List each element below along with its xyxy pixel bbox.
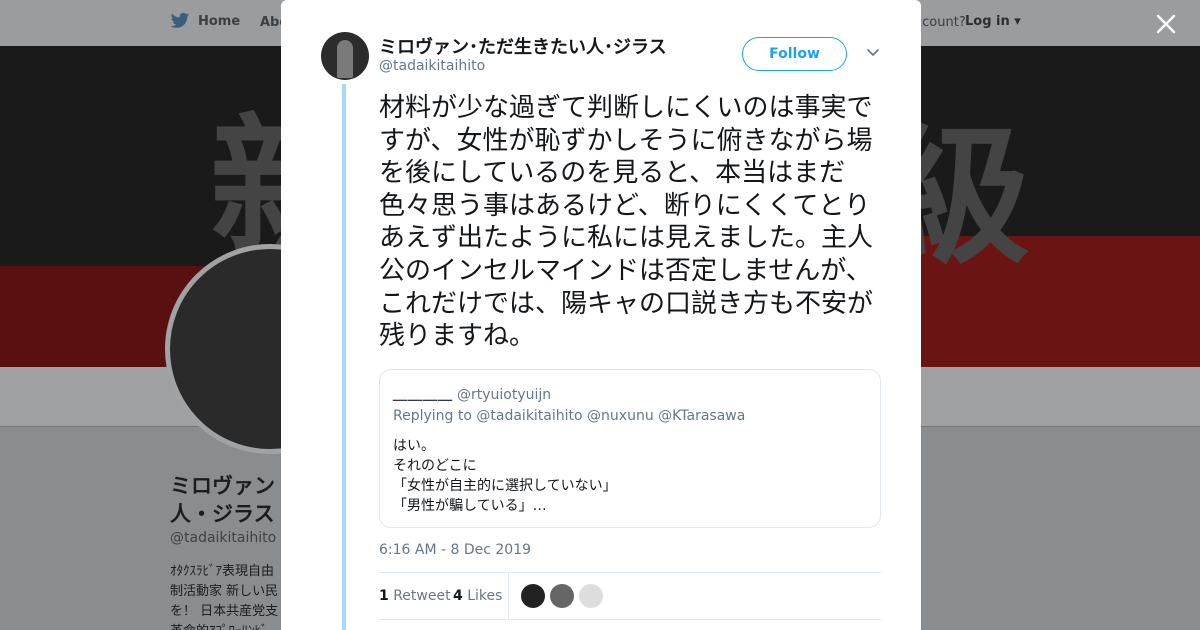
profile-bio-line: 革命的ｱﾌﾟﾛｰﾘﾝﾋﾞ — [170, 622, 290, 630]
profile-bio-line: を！ 日本共産党支 — [170, 604, 279, 619]
likes-label: Likes — [467, 588, 503, 604]
profile-name-line2: 人・ジラス — [170, 502, 275, 526]
avatar-figure — [337, 40, 353, 78]
likes-count: 4 — [453, 588, 463, 604]
quoted-tweet[interactable]: ＿＿＿＿ @rtyuiotyuijn Replying to @tadaikita… — [379, 369, 881, 528]
quoted-handle: @rtyuiotyuijn — [457, 387, 552, 403]
login-link[interactable]: Log in ▾ — [965, 14, 1021, 29]
login-label: Log in — [965, 14, 1010, 29]
nav-home-label: Home — [198, 13, 241, 29]
likes-stat[interactable]: 4 Likes — [453, 588, 502, 604]
author-handle[interactable]: @tadaikitaihito — [379, 58, 485, 74]
quoted-replying-to: Replying to @tadaikitaihito @nuxunu @KTa… — [393, 408, 745, 424]
chevron-down-icon[interactable] — [865, 44, 881, 60]
replying-to-label: Replying to — [393, 408, 472, 424]
mention-link[interactable]: @tadaikitaihito — [476, 408, 582, 424]
retweet-label: Retweet — [393, 588, 451, 604]
mention-link[interactable]: @KTarasawa — [658, 408, 745, 424]
profile-bio: ｵﾀｸｽﾗﾋﾞｱ表現自由 制活動家 新しい民 を！ 日本共産党支 革命的ｱﾌﾟﾛ… — [170, 562, 290, 630]
quoted-body-line: それのどこに — [393, 458, 477, 474]
quoted-body-line: 「女性が自主的に選択していない」 — [393, 478, 617, 494]
twitter-bird-icon — [170, 12, 190, 28]
account-prompt: ccount? — [915, 15, 966, 30]
quoted-user: ＿＿＿＿ @rtyuiotyuijn — [393, 384, 551, 404]
quoted-body-line: 「男性が騙している」… — [393, 498, 547, 514]
tweet-stats: 1 Retweet 4 Likes — [379, 572, 881, 620]
stats-divider — [508, 573, 509, 619]
liker-avatar[interactable] — [550, 584, 574, 608]
profile-name: ミロヴァン 人・ジラス — [170, 472, 290, 528]
liker-avatar[interactable] — [579, 584, 603, 608]
close-icon[interactable] — [1152, 10, 1180, 38]
tweet-modal: ミロヴァン･ただ生きたい人･ジラス @tadaikitaihito Follow… — [281, 0, 921, 630]
quoted-name: ＿＿＿＿ — [393, 387, 453, 403]
author-name[interactable]: ミロヴァン･ただ生きたい人･ジラス — [379, 33, 667, 59]
profile-name-line1: ミロヴァン — [170, 474, 275, 498]
quoted-body: はい。 それのどこに 「女性が自主的に選択していない」 「男性が騙している」… — [393, 436, 617, 516]
profile-bio-line: 制活動家 新しい民 — [170, 584, 279, 599]
retweet-count: 1 — [379, 588, 389, 604]
mention-link[interactable]: @nuxunu — [587, 408, 654, 424]
thread-line — [342, 84, 346, 630]
profile-handle: @tadaikitaihito — [170, 530, 277, 546]
follow-button[interactable]: Follow — [742, 37, 847, 71]
retweet-stat[interactable]: 1 Retweet — [379, 588, 451, 604]
nav-home-link[interactable]: Home — [170, 12, 240, 30]
profile-bio-line: ｵﾀｸｽﾗﾋﾞｱ表現自由 — [170, 564, 275, 579]
tweet-text: 材料が少な過ぎて判断しにくいのは事実ですが、女性が恥ずかしそうに俯きながら場を後… — [379, 93, 874, 352]
author-avatar[interactable] — [321, 32, 369, 80]
liker-avatar[interactable] — [521, 584, 545, 608]
tweet-timestamp[interactable]: 6:16 AM - 8 Dec 2019 — [379, 542, 531, 558]
quoted-body-line: はい。 — [393, 438, 435, 454]
